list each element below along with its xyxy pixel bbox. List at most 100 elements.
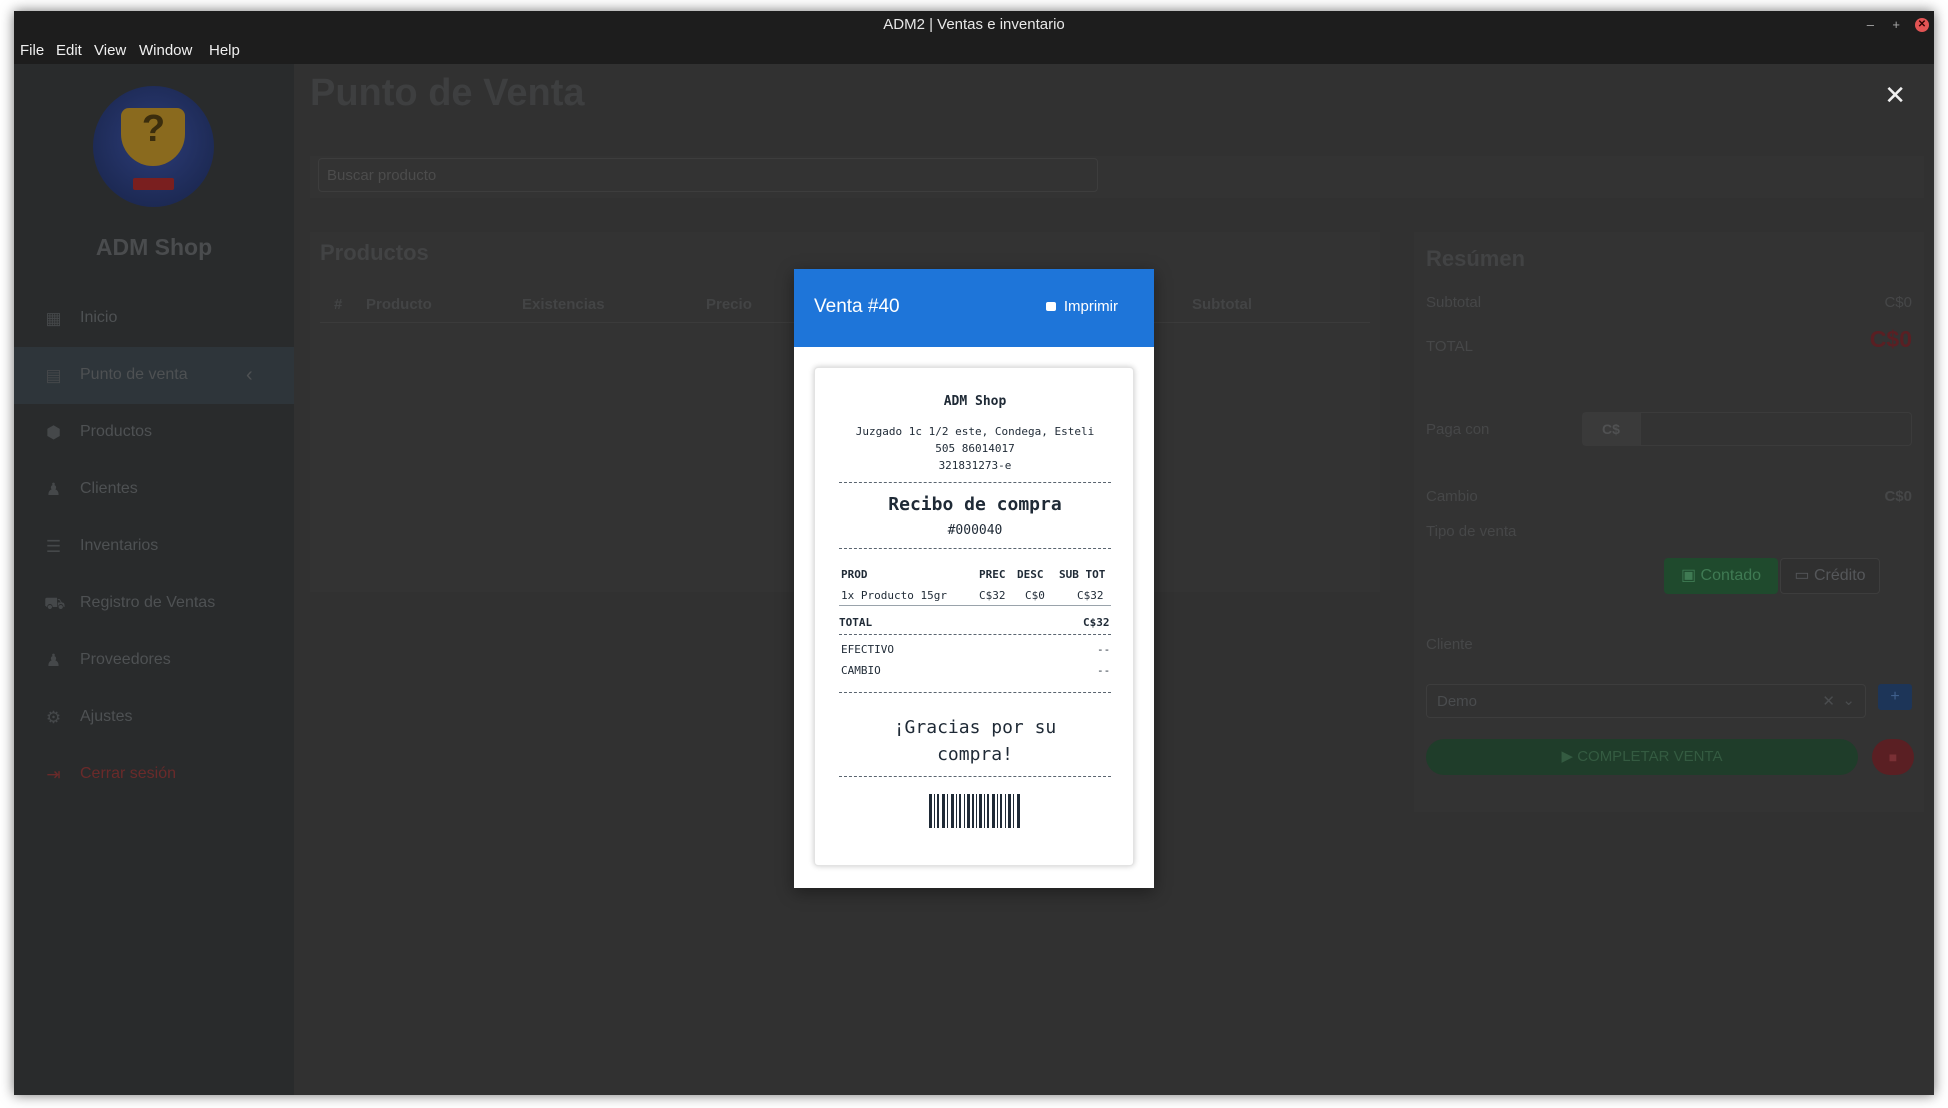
sidebar-nav: ▦ Inicio ▤ Punto de venta ‹ ⬢ Productos … (14, 290, 294, 803)
column-header: Producto (366, 296, 432, 313)
column-header: Subtotal (1192, 296, 1252, 313)
receipt-address: Juzgado 1c 1/2 este, Condega, Esteli (855, 425, 1095, 438)
barcode (929, 794, 1021, 828)
cart-icon: ⛟ (44, 594, 66, 613)
trophy-base (133, 178, 174, 190)
client-label: Cliente (1426, 636, 1473, 653)
sale-type-contado-button[interactable]: ▣ Contado (1664, 558, 1778, 594)
modal-header: Venta #40 Imprimir (794, 269, 1154, 347)
pay-with-label: Paga con (1426, 421, 1490, 438)
logout-icon: ⇥ (46, 765, 61, 784)
menu-bar: File Edit View Window Help (14, 38, 1934, 64)
total-label: TOTAL (1426, 338, 1473, 355)
sidebar-item-inventarios[interactable]: ☰ Inventarios (14, 518, 294, 575)
page-title: Punto de Venta (310, 72, 585, 114)
menu-view[interactable]: View (94, 42, 126, 59)
sale-type-credito-button[interactable]: ▭ Crédito (1780, 558, 1880, 594)
sidebar-item-cerrar-sesion[interactable]: ⇥ Cerrar sesión (14, 746, 294, 803)
shop-logo: ? (93, 86, 214, 207)
dashboard-icon: ▦ (45, 309, 62, 328)
minimize-button[interactable]: – (1867, 11, 1874, 38)
checklist-icon: ☰ (45, 537, 62, 556)
receipt-item-subtotal: C$32 (1077, 589, 1104, 602)
receipt: ADM Shop Juzgado 1c 1/2 este, Condega, E… (814, 367, 1134, 866)
credit-card-icon: ▭ (1794, 567, 1814, 584)
shop-name: ADM Shop (95, 234, 213, 260)
menu-window[interactable]: Window (139, 42, 192, 59)
sidebar-item-label: Ajustes (80, 708, 133, 725)
print-button[interactable]: Imprimir (1045, 298, 1118, 315)
receipt-divider (839, 776, 1111, 777)
receipt-cash-label: EFECTIVO (841, 643, 894, 656)
sidebar-item-proveedores[interactable]: ♟ Proveedores (14, 632, 294, 689)
receipt-divider (839, 548, 1111, 549)
title-bar: ADM2 | Ventas e inventario – + ✕ (14, 11, 1934, 38)
check-icon: ▶ (1561, 748, 1578, 765)
receipt-shop-name: ADM Shop (943, 394, 1007, 409)
receipt-item-prec: C$32 (979, 589, 1006, 602)
sidebar-item-label: Clientes (80, 480, 138, 497)
cancel-sale-button[interactable]: ■ (1872, 739, 1914, 775)
sidebar-item-label: Punto de venta (80, 366, 188, 383)
sidebar-item-punto-de-venta[interactable]: ▤ Punto de venta ‹ (14, 347, 294, 404)
sidebar-item-label: Proveedores (80, 651, 171, 668)
box-icon: ⬢ (46, 423, 61, 442)
sidebar-item-productos[interactable]: ⬢ Productos (14, 404, 294, 461)
sidebar-item-label: Inventarios (80, 537, 159, 554)
receipt-number: #000040 (947, 523, 1003, 538)
sidebar: ? ADM Shop ▦ Inicio ▤ Punto de venta ‹ ⬢… (14, 64, 294, 1095)
maximize-button[interactable]: + (1892, 11, 1900, 38)
window-close-button[interactable]: ✕ (1915, 18, 1929, 32)
search-input[interactable] (318, 158, 1098, 192)
menu-file[interactable]: File (20, 42, 44, 59)
menu-edit[interactable]: Edit (56, 42, 82, 59)
clear-selection-icon[interactable]: ✕ (1822, 692, 1835, 710)
receipt-col-subtotal: SUB TOT (1059, 568, 1106, 581)
gear-icon: ⚙ (45, 708, 62, 727)
change-label: Cambio (1426, 488, 1478, 505)
sidebar-item-label: Inicio (80, 309, 118, 326)
sale-type-contado-label: Contado (1700, 567, 1762, 584)
menu-help[interactable]: Help (209, 42, 240, 59)
receipt-ruc: 321831273-e (938, 459, 1012, 472)
receipt-divider (839, 605, 1111, 606)
receipt-thanks: ¡Gracias por su compra! (893, 717, 1057, 765)
sidebar-item-clientes[interactable]: ♟ Clientes (14, 461, 294, 518)
register-icon: ▤ (45, 366, 62, 385)
chevron-left-icon: ‹ (246, 364, 253, 386)
sale-type-credito-label: Crédito (1813, 567, 1866, 584)
modal-title: Venta #40 (814, 296, 900, 317)
receipt-item-prod: 1x Producto 15gr (841, 589, 947, 602)
sidebar-item-label: Registro de Ventas (80, 594, 216, 611)
users-icon: ♟ (45, 651, 62, 670)
receipt-total-value: C$32 (1083, 616, 1110, 629)
summary-title: Resúmen (1426, 246, 1526, 271)
receipt-col-desc: DESC (1017, 568, 1044, 581)
column-header: # (334, 296, 343, 313)
receipt-divider (839, 482, 1111, 483)
currency-prefix: C$ (1582, 412, 1640, 446)
pay-with-input[interactable] (1640, 412, 1912, 446)
sidebar-item-ajustes[interactable]: ⚙ Ajustes (14, 689, 294, 746)
complete-sale-button[interactable]: ▶ COMPLETAR VENTA (1426, 739, 1858, 775)
sale-type-label: Tipo de venta (1426, 523, 1517, 540)
subtotal-label: Subtotal (1426, 294, 1482, 311)
complete-sale-label: COMPLETAR VENTA (1577, 748, 1723, 765)
receipt-total-label: TOTAL (839, 616, 873, 629)
users-icon: ♟ (45, 480, 62, 499)
sidebar-item-inicio[interactable]: ▦ Inicio (14, 290, 294, 347)
receipt-change-value: -- (1097, 664, 1111, 677)
receipt-divider (839, 692, 1111, 693)
receipt-col-prod: PROD (841, 568, 868, 581)
chevron-down-icon[interactable]: ⌄ (1842, 691, 1855, 709)
change-value: C$0 (1884, 488, 1912, 505)
print-label: Imprimir (1063, 298, 1118, 315)
sidebar-item-registro-de-ventas[interactable]: ⛟ Registro de Ventas (14, 575, 294, 632)
receipt-title: Recibo de compra (888, 494, 1062, 515)
client-select[interactable]: Demo ✕ ⌄ (1426, 684, 1866, 718)
column-header: Existencias (522, 296, 605, 313)
add-client-button[interactable]: + (1878, 684, 1912, 710)
close-icon[interactable]: ✕ (1884, 82, 1906, 108)
receipt-col-prec: PREC (979, 568, 1006, 581)
column-header: Precio (706, 296, 752, 313)
